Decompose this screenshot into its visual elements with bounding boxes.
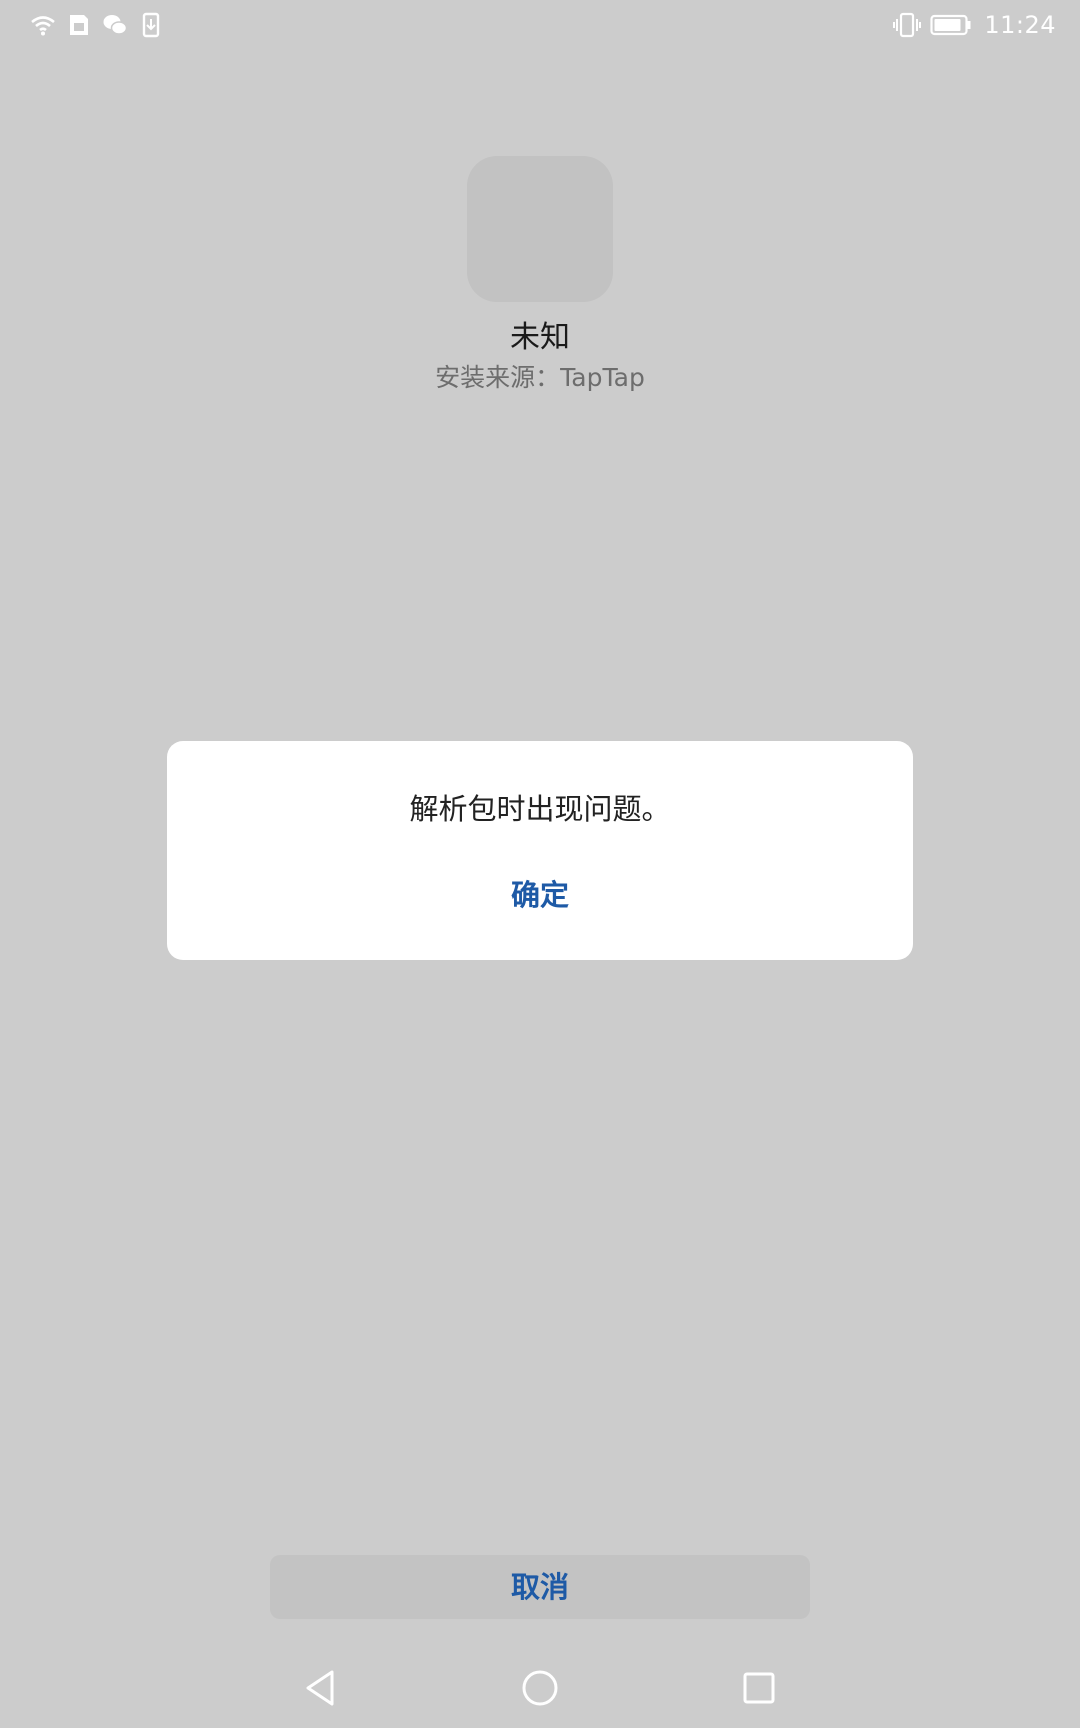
recents-button[interactable] — [731, 1662, 787, 1718]
status-left-icons — [30, 12, 164, 38]
status-bar: 11:24 — [0, 0, 1080, 50]
dialog-message: 解析包时出现问题。 — [409, 792, 671, 826]
back-button[interactable] — [292, 1662, 348, 1718]
back-icon — [302, 1668, 338, 1712]
download-icon — [138, 12, 164, 38]
ok-button[interactable]: 确定 — [390, 861, 690, 929]
home-button[interactable] — [512, 1662, 568, 1718]
wechat-icon — [102, 12, 128, 38]
sim-icon — [66, 12, 92, 38]
navigation-bar — [0, 1650, 1080, 1728]
recents-icon — [741, 1670, 777, 1710]
wifi-icon — [30, 12, 56, 38]
battery-icon — [930, 12, 972, 38]
install-source: 安装来源：TapTap — [435, 363, 645, 392]
vibrate-icon — [892, 12, 922, 38]
home-icon — [520, 1668, 560, 1712]
app-icon-placeholder — [467, 156, 613, 302]
app-name: 未知 — [510, 320, 570, 355]
error-dialog: 解析包时出现问题。 确定 — [167, 741, 913, 960]
cancel-button[interactable]: 取消 — [270, 1555, 810, 1619]
status-right-icons: 11:24 — [892, 10, 1056, 40]
status-time: 11:24 — [984, 11, 1056, 39]
